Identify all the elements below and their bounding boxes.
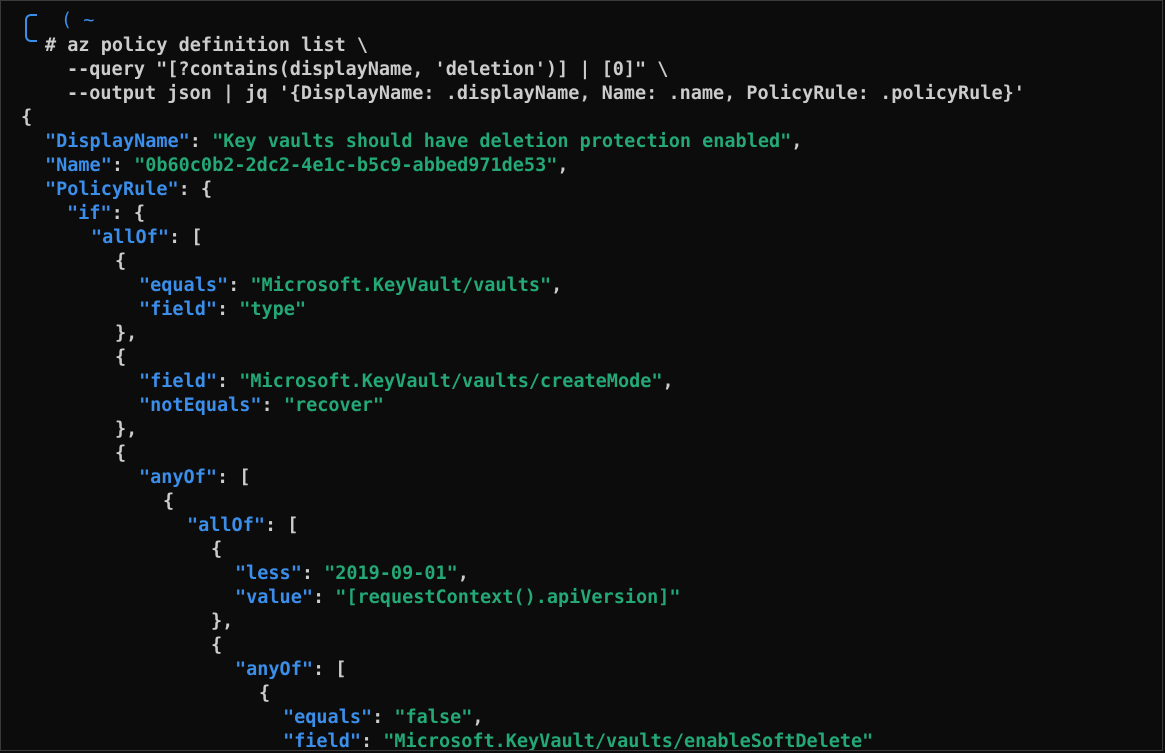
command-line-1: # az policy definition list \ xyxy=(45,34,368,58)
json-punctuation: { xyxy=(115,443,127,464)
json-punctuation: { xyxy=(211,635,223,656)
json-line-anyof-2: "anyOf": [ xyxy=(235,658,346,682)
json-punctuation: : xyxy=(216,371,240,392)
json-key: "field" xyxy=(139,371,217,392)
command-text-1: az policy definition list \ xyxy=(67,35,369,56)
json-key: "PolicyRule" xyxy=(45,179,179,200)
command-line-2: --query "[?contains(displayName, 'deleti… xyxy=(67,58,668,82)
json-string: "0b60c0b2-2dc2-4e1c-b5c9-abbed971de53" xyxy=(134,155,558,176)
json-punctuation: , xyxy=(791,131,803,152)
json-punctuation: }, xyxy=(115,323,138,344)
prompt-dir-line: ( ~ xyxy=(61,9,94,33)
json-line-less: "less": "2019-09-01", xyxy=(235,562,469,586)
json-punctuation: : xyxy=(360,731,384,751)
json-punctuation: { xyxy=(259,683,271,704)
json-line-open-brace: { xyxy=(21,106,32,130)
json-punctuation: { xyxy=(211,539,223,560)
json-punctuation: { xyxy=(115,251,127,272)
prompt-paren: ( xyxy=(61,10,73,31)
json-punctuation: : xyxy=(111,155,135,176)
json-punctuation: , xyxy=(457,563,469,584)
json-line-anyof-1: "anyOf": [ xyxy=(139,466,250,490)
terminal-window[interactable]: ( ~ # az policy definition list \ --quer… xyxy=(0,0,1163,751)
json-key: "if" xyxy=(67,203,112,224)
json-punctuation: : [ xyxy=(168,227,203,248)
json-punctuation: , xyxy=(557,155,569,176)
json-line-name: "Name": "0b60c0b2-2dc2-4e1c-b5c9-abbed97… xyxy=(45,154,569,178)
json-punctuation: }, xyxy=(115,419,138,440)
json-punctuation: , xyxy=(662,371,674,392)
prompt-hash: # xyxy=(45,35,57,56)
json-key: "anyOf" xyxy=(139,467,217,488)
json-line-field-2: "field": "Microsoft.KeyVault/vaults/crea… xyxy=(139,370,674,394)
json-line-brace: { xyxy=(115,442,126,466)
json-punctuation: { xyxy=(21,107,33,128)
json-punctuation: : { xyxy=(178,179,213,200)
json-key: "value" xyxy=(235,587,313,608)
json-line-brace: { xyxy=(163,490,174,514)
command-line-3: --output json | jq '{DisplayName: .displ… xyxy=(67,82,1025,106)
json-key: "DisplayName" xyxy=(45,131,190,152)
json-punctuation: : xyxy=(261,395,284,416)
json-punctuation: : { xyxy=(111,203,145,224)
command-text-2: --query "[?contains(displayName, 'deleti… xyxy=(67,59,669,80)
json-key: "notEquals" xyxy=(139,395,262,416)
json-punctuation: : xyxy=(312,587,336,608)
json-line-notequals: "notEquals": "recover" xyxy=(139,394,384,418)
json-punctuation: : [ xyxy=(312,659,347,680)
json-punctuation: : xyxy=(228,275,251,296)
json-key: "field" xyxy=(139,299,217,320)
json-line-field-3: "field": "Microsoft.KeyVault/vaults/enab… xyxy=(283,730,874,751)
json-line-brace: { xyxy=(211,538,222,562)
json-key: "Name" xyxy=(45,155,112,176)
json-key: "field" xyxy=(283,731,361,751)
json-string: "Microsoft.KeyVault/vaults" xyxy=(250,275,552,296)
json-string: "Microsoft.KeyVault/vaults/createMode" xyxy=(239,371,663,392)
json-line-close-brace: }, xyxy=(115,418,137,442)
json-key: "equals" xyxy=(283,707,373,728)
json-line-policyrule: "PolicyRule": { xyxy=(45,178,212,202)
command-text-3: --output json | jq '{DisplayName: .displ… xyxy=(67,83,1025,104)
json-string: "[requestContext().apiVersion]" xyxy=(335,587,681,608)
json-line-if: "if": { xyxy=(67,202,145,226)
json-key: "anyOf" xyxy=(235,659,313,680)
json-key: "equals" xyxy=(139,275,229,296)
json-punctuation: { xyxy=(115,347,127,368)
json-line-allof: "allOf": [ xyxy=(91,226,202,250)
json-string: "Key vaults should have deletion protect… xyxy=(212,131,792,152)
json-line-close-brace: }, xyxy=(115,322,137,346)
json-string: "false" xyxy=(394,707,473,728)
json-line-brace: { xyxy=(115,346,126,370)
json-line-equals-2: "equals": "false", xyxy=(283,706,484,730)
json-line-brace: { xyxy=(115,250,126,274)
json-string: "Microsoft.KeyVault/vaults/enableSoftDel… xyxy=(383,731,874,751)
json-punctuation: { xyxy=(163,491,175,512)
json-punctuation: }, xyxy=(211,611,234,632)
json-key: "less" xyxy=(235,563,302,584)
json-punctuation: : xyxy=(216,299,240,320)
json-string: "recover" xyxy=(283,395,385,416)
json-punctuation: : [ xyxy=(264,515,299,536)
json-line-brace: { xyxy=(211,634,222,658)
json-punctuation: , xyxy=(551,275,563,296)
json-string: "type" xyxy=(239,299,307,320)
json-string: "2019-09-01" xyxy=(324,563,458,584)
json-line-equals-1: "equals": "Microsoft.KeyVault/vaults", xyxy=(139,274,562,298)
json-line-field-1: "field": "type" xyxy=(139,298,306,322)
json-line-value: "value": "[requestContext().apiVersion]" xyxy=(235,586,681,610)
json-key: "allOf" xyxy=(91,227,169,248)
json-punctuation: : xyxy=(189,131,213,152)
json-punctuation: , xyxy=(472,707,484,728)
json-line-displayname: "DisplayName": "Key vaults should have d… xyxy=(45,130,802,154)
json-line-allof-2: "allOf": [ xyxy=(187,514,298,538)
prompt-bracket-icon xyxy=(25,14,37,42)
json-line-brace: { xyxy=(259,682,270,706)
json-punctuation: : xyxy=(372,707,395,728)
json-line-close-brace: }, xyxy=(211,610,233,634)
json-key: "allOf" xyxy=(187,515,265,536)
prompt-dir: ~ xyxy=(83,10,95,31)
json-punctuation: : [ xyxy=(216,467,251,488)
json-punctuation: : xyxy=(301,563,325,584)
